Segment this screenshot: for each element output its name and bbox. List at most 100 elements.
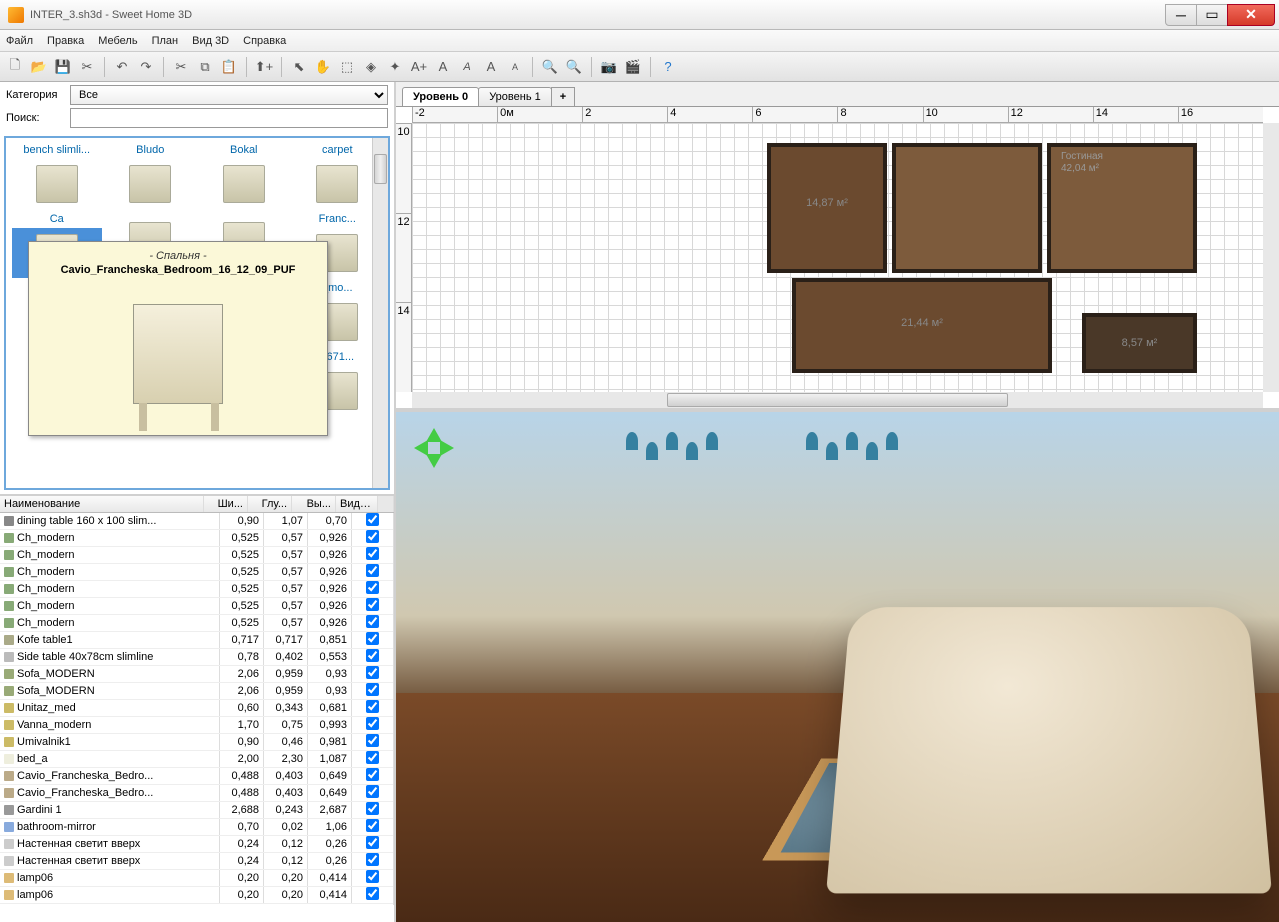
paste-icon[interactable]: 📋 [218,56,240,78]
table-row[interactable]: Ch_modern0,5250,570,926 [0,530,394,547]
add-furniture-icon[interactable]: ⬆+ [253,56,275,78]
table-body[interactable]: dining table 160 x 100 slim...0,901,070,… [0,513,394,922]
maximize-button[interactable]: ▭ [1196,4,1228,26]
table-row[interactable]: Sofa_MODERN2,060,9590,93 [0,666,394,683]
catalog-item[interactable]: carpet [291,142,385,211]
table-row[interactable]: Cavio_Francheska_Bedro...0,4880,4030,649 [0,785,394,802]
plan-h-scrollbar[interactable] [412,392,1263,408]
visible-checkbox[interactable] [366,632,379,645]
table-row[interactable]: Unitaz_med0,600,3430,681 [0,700,394,717]
plan-grid[interactable]: 14,87 м² Гостиная42,04 м² 21,44 м² 8,57 … [412,123,1263,392]
visible-checkbox[interactable] [366,802,379,815]
menu-help[interactable]: Справка [243,35,286,47]
visible-checkbox[interactable] [366,598,379,611]
open-icon[interactable]: 📂 [28,56,50,78]
plan-room[interactable]: 8,57 м² [1082,313,1197,373]
catalog-scrollbar[interactable] [372,138,388,488]
menu-edit[interactable]: Правка [47,35,84,47]
create-dimensions-icon[interactable]: A+ [408,56,430,78]
visible-checkbox[interactable] [366,836,379,849]
text-italic-icon[interactable]: A [456,56,478,78]
plan-room[interactable] [892,143,1042,273]
table-row[interactable]: Cavio_Francheska_Bedro...0,4880,4030,649 [0,768,394,785]
search-input[interactable] [70,108,388,128]
nav-left-icon[interactable] [406,440,428,456]
preferences-icon[interactable]: ✂ [76,56,98,78]
copy-icon[interactable]: ⧉ [194,56,216,78]
visible-checkbox[interactable] [366,734,379,747]
plan-canvas[interactable]: -20м246810121416 101214 14,87 м² Гостина… [396,106,1279,408]
plan-v-scrollbar[interactable] [1263,123,1279,392]
tab-add-level[interactable]: + [551,87,575,106]
col-header-name[interactable]: Наименование [0,496,204,512]
menu-file[interactable]: Файл [6,35,33,47]
visible-checkbox[interactable] [366,785,379,798]
table-row[interactable]: Настенная светит вверх0,240,120,26 [0,836,394,853]
menu-3dview[interactable]: Вид 3D [192,35,229,47]
visible-checkbox[interactable] [366,853,379,866]
visible-checkbox[interactable] [366,666,379,679]
minimize-button[interactable]: ─ [1165,4,1197,26]
col-header-height[interactable]: Вы... [292,496,336,512]
text-small-icon[interactable]: A [504,56,526,78]
visible-checkbox[interactable] [366,870,379,883]
table-row[interactable]: Ch_modern0,5250,570,926 [0,547,394,564]
3d-view[interactable] [396,412,1279,922]
create-rooms-icon[interactable]: ◈ [360,56,382,78]
table-row[interactable]: Ch_modern0,5250,570,926 [0,564,394,581]
table-row[interactable]: Vanna_modern1,700,750,993 [0,717,394,734]
visible-checkbox[interactable] [366,581,379,594]
close-button[interactable]: ✕ [1227,4,1275,26]
visible-checkbox[interactable] [366,615,379,628]
undo-icon[interactable]: ↶ [111,56,133,78]
col-header-width[interactable]: Ши... [204,496,248,512]
plan-room[interactable]: 21,44 м² [792,278,1052,373]
catalog-item[interactable]: Bludo [104,142,198,211]
table-row[interactable]: Side table 40x78cm slimline0,780,4020,55… [0,649,394,666]
visible-checkbox[interactable] [366,513,379,526]
pan-icon[interactable]: ✋ [312,56,334,78]
table-row[interactable]: Ch_modern0,5250,570,926 [0,581,394,598]
plan-room-living[interactable]: Гостиная42,04 м² [1047,143,1197,273]
save-icon[interactable]: 💾 [52,56,74,78]
text-size-icon[interactable]: A [480,56,502,78]
table-row[interactable]: lamp060,200,200,414 [0,887,394,904]
zoom-in-icon[interactable]: 🔍 [539,56,561,78]
text-bold-icon[interactable]: A [432,56,454,78]
nav-up-icon[interactable] [426,420,442,442]
visible-checkbox[interactable] [366,564,379,577]
nav-right-icon[interactable] [440,440,462,456]
table-row[interactable]: bed_a2,002,301,087 [0,751,394,768]
visible-checkbox[interactable] [366,717,379,730]
help-icon[interactable]: ? [657,56,679,78]
catalog-item[interactable]: bench slimli... [10,142,104,211]
table-row[interactable]: dining table 160 x 100 slim...0,901,070,… [0,513,394,530]
table-row[interactable]: Настенная светит вверх0,240,120,26 [0,853,394,870]
zoom-out-icon[interactable]: 🔍 [563,56,585,78]
menu-plan[interactable]: План [152,35,179,47]
category-select[interactable]: Все [70,85,388,105]
plan-room[interactable]: 14,87 м² [767,143,887,273]
table-row[interactable]: Umivalnik10,900,460,981 [0,734,394,751]
visible-checkbox[interactable] [366,887,379,900]
nav-compass[interactable] [406,420,462,476]
redo-icon[interactable]: ↷ [135,56,157,78]
visible-checkbox[interactable] [366,819,379,832]
visible-checkbox[interactable] [366,751,379,764]
visible-checkbox[interactable] [366,683,379,696]
create-polylines-icon[interactable]: ✦ [384,56,406,78]
cut-icon[interactable]: ✂ [170,56,192,78]
tab-level-0[interactable]: Уровень 0 [402,87,479,106]
table-row[interactable]: Kofe table10,7170,7170,851 [0,632,394,649]
select-icon[interactable]: ⬉ [288,56,310,78]
video-icon[interactable]: 🎬 [622,56,644,78]
visible-checkbox[interactable] [366,547,379,560]
visible-checkbox[interactable] [366,649,379,662]
photo-icon[interactable]: 📷 [598,56,620,78]
table-row[interactable]: lamp060,200,200,414 [0,870,394,887]
create-walls-icon[interactable]: ⬚ [336,56,358,78]
tab-level-1[interactable]: Уровень 1 [478,87,552,106]
col-header-depth[interactable]: Глу... [248,496,292,512]
menu-furniture[interactable]: Мебель [98,35,137,47]
visible-checkbox[interactable] [366,700,379,713]
